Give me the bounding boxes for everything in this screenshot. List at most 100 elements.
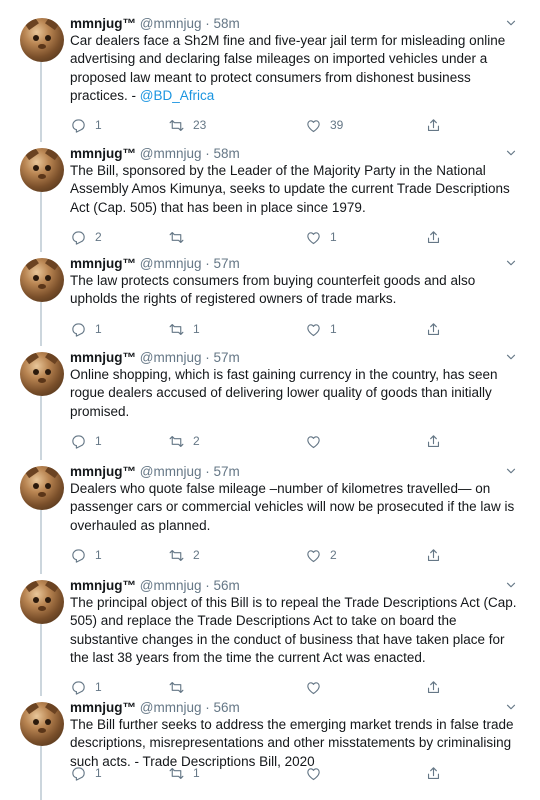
reply-button[interactable]: 2 <box>70 228 102 246</box>
avatar-eye <box>45 275 51 281</box>
reply-button[interactable]: 1 <box>70 432 102 450</box>
avatar[interactable] <box>20 466 64 510</box>
reply-button[interactable]: 1 <box>70 116 102 134</box>
retweet-button[interactable]: 1 <box>168 320 200 338</box>
retweet-button[interactable] <box>168 228 193 246</box>
chevron-down-icon[interactable] <box>504 350 518 364</box>
avatar[interactable] <box>20 580 64 624</box>
chevron-down-icon[interactable] <box>504 16 518 30</box>
display-name[interactable]: mmnjug™ <box>70 700 136 715</box>
tweet-text-content: Online shopping, which is fast gaining c… <box>70 367 498 419</box>
avatar-eye <box>45 35 51 41</box>
retweet-button[interactable]: 1 <box>168 764 200 782</box>
tweet-text: The principal object of this Bill is to … <box>70 594 520 667</box>
timestamp[interactable]: 58m <box>214 16 240 31</box>
share-button[interactable] <box>425 228 442 246</box>
share-button[interactable] <box>425 546 442 564</box>
like-button[interactable]: 39 <box>305 116 343 134</box>
avatar[interactable] <box>20 258 64 302</box>
share-button[interactable] <box>425 764 442 782</box>
retweet-button[interactable]: 2 <box>168 432 200 450</box>
reply-button[interactable]: 1 <box>70 678 102 696</box>
user-handle[interactable]: @mmnjug <box>140 464 202 479</box>
heart-icon <box>305 321 322 338</box>
avatar-eye <box>33 369 39 375</box>
heart-icon <box>305 547 322 564</box>
user-handle[interactable]: @mmnjug <box>140 350 202 365</box>
retweet-count: 1 <box>193 322 200 336</box>
retweet-button[interactable] <box>168 678 193 696</box>
share-icon <box>425 547 442 564</box>
like-button[interactable]: 1 <box>305 320 337 338</box>
avatar-ear <box>45 18 63 31</box>
display-name[interactable]: mmnjug™ <box>70 256 136 271</box>
timestamp[interactable]: 57m <box>214 350 240 365</box>
display-name[interactable]: mmnjug™ <box>70 350 136 365</box>
separator: · <box>205 464 210 479</box>
avatar[interactable] <box>20 702 64 746</box>
reply-button[interactable]: 1 <box>70 764 102 782</box>
tweet-text-content: The Bill further seeks to address the em… <box>70 717 514 769</box>
like-button[interactable]: 1 <box>305 228 337 246</box>
avatar-nose <box>38 44 46 49</box>
tweet-text-content: Dealers who quote false mileage –number … <box>70 481 515 533</box>
avatar[interactable] <box>20 148 64 192</box>
display-name[interactable]: mmnjug™ <box>70 16 136 31</box>
avatar[interactable] <box>20 18 64 62</box>
timestamp[interactable]: 57m <box>214 256 240 271</box>
share-button[interactable] <box>425 116 442 134</box>
tweet-actions: 1 1 1 <box>70 320 470 338</box>
timestamp[interactable]: 57m <box>214 464 240 479</box>
timestamp[interactable]: 56m <box>214 700 240 715</box>
user-handle[interactable]: @mmnjug <box>140 146 202 161</box>
chevron-down-icon[interactable] <box>504 146 518 160</box>
tweet-text: Car dealers face a Sh2M fine and five-ye… <box>70 32 520 105</box>
avatar[interactable] <box>20 352 64 396</box>
reply-button[interactable]: 1 <box>70 320 102 338</box>
tweet-text-content: The law protects consumers from buying c… <box>70 273 476 307</box>
display-name[interactable]: mmnjug™ <box>70 146 136 161</box>
tweet-actions: 1 2 2 <box>70 546 470 564</box>
share-button[interactable] <box>425 320 442 338</box>
user-handle[interactable]: @mmnjug <box>140 578 202 593</box>
chevron-down-icon[interactable] <box>504 464 518 478</box>
reply-icon <box>70 433 87 450</box>
chevron-down-icon[interactable] <box>504 578 518 592</box>
heart-icon <box>305 229 322 246</box>
reply-button[interactable]: 1 <box>70 546 102 564</box>
tweet-text: Dealers who quote false mileage –number … <box>70 480 520 535</box>
user-handle[interactable]: @mmnjug <box>140 16 202 31</box>
share-button[interactable] <box>425 432 442 450</box>
avatar-eye <box>33 275 39 281</box>
share-button[interactable] <box>425 678 442 696</box>
like-button[interactable] <box>305 432 330 450</box>
retweet-button[interactable]: 2 <box>168 546 200 564</box>
display-name[interactable]: mmnjug™ <box>70 464 136 479</box>
thread-line <box>40 302 42 346</box>
avatar-eye <box>45 483 51 489</box>
user-handle[interactable]: @mmnjug <box>140 700 202 715</box>
separator: · <box>205 578 210 593</box>
reply-count: 1 <box>95 118 102 132</box>
like-button[interactable] <box>305 764 330 782</box>
retweet-count: 23 <box>193 118 207 132</box>
like-count: 2 <box>330 548 337 562</box>
like-button[interactable]: 2 <box>305 546 337 564</box>
timestamp[interactable]: 56m <box>214 578 240 593</box>
display-name[interactable]: mmnjug™ <box>70 578 136 593</box>
retweet-button[interactable]: 23 <box>168 116 206 134</box>
timestamp[interactable]: 58m <box>214 146 240 161</box>
tweet-header: mmnjug™ @mmnjug · 57m <box>70 254 240 274</box>
like-button[interactable] <box>305 678 330 696</box>
mention-link[interactable]: @BD_Africa <box>140 88 214 103</box>
chevron-down-icon[interactable] <box>504 700 518 714</box>
separator: · <box>205 350 210 365</box>
chevron-down-icon[interactable] <box>504 256 518 270</box>
user-handle[interactable]: @mmnjug <box>140 256 202 271</box>
retweet-count: 2 <box>193 548 200 562</box>
avatar-nose <box>38 606 46 611</box>
reply-icon <box>70 117 87 134</box>
tweet-header: mmnjug™ @mmnjug · 57m <box>70 348 240 368</box>
tweet-text: The law protects consumers from buying c… <box>70 272 520 309</box>
tweet-text-content: The principal object of this Bill is to … <box>70 595 517 665</box>
